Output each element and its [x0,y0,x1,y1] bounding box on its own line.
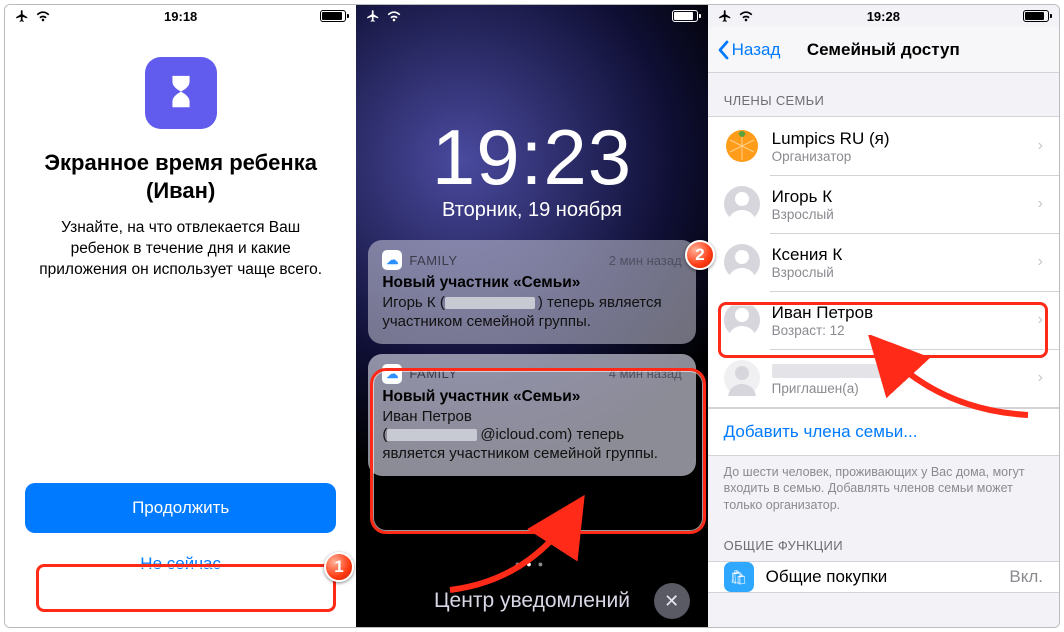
section-footer: До шести человек, проживающих у Вас дома… [708,456,1059,533]
member-row-organizer[interactable]: Lumpics RU (я) Организатор › [708,117,1059,175]
annotation-marker-2: 2 [685,240,715,270]
member-name [772,361,1026,381]
lock-clock: 19:23 [356,112,707,203]
notif-title: Новый участник «Семьи» [382,274,681,292]
annotation-ring-member [718,302,1048,358]
screen-time-setup-pane: 19:18 Экранное время ребенка(Иван) Узнай… [5,5,356,627]
nav-bar: Назад Семейный доступ [708,27,1059,73]
close-icon[interactable]: ✕ [654,583,690,619]
wifi-icon [35,10,51,22]
row-status: Вкл. [1009,567,1043,587]
setup-description: Узнайте, на что отвлекается Ваш ребенок … [35,218,326,281]
member-name: Lumpics RU (я) [772,129,1026,149]
member-role: Взрослый [772,265,1026,280]
annotation-ring-1 [36,564,336,612]
airplane-icon [15,9,29,23]
annotation-ring-notif [370,368,706,534]
nav-title: Семейный доступ [708,40,1059,60]
chevron-right-icon: › [1038,369,1043,387]
shared-purchases-row[interactable]: 🛍︎ Общие покупки Вкл. [708,562,1059,592]
member-row[interactable]: Ксения К Взрослый › [708,233,1059,291]
airplane-icon [718,9,732,23]
battery-icon [1023,10,1049,22]
members-list: Lumpics RU (я) Организатор › Игорь К Взр… [708,116,1059,408]
airplane-icon [366,9,380,23]
status-time: 19:28 [708,9,1059,24]
member-role: Организатор [772,149,1026,164]
avatar [724,360,760,396]
avatar [724,244,760,280]
family-app-icon: ☁︎ [382,250,402,270]
avatar [724,186,760,222]
continue-button[interactable]: Продолжить [25,483,336,533]
notif-app-name: FAMILY [409,253,457,268]
section-header-shared: ОБЩИЕ ФУНКЦИИ [708,532,1059,561]
status-bar: 19:28 [708,5,1059,27]
page-dots: ●●● [356,559,707,569]
shopping-icon: 🛍︎ [724,562,754,592]
row-label: Общие покупки [766,567,998,587]
avatar [724,128,760,164]
member-name: Игорь К [772,187,1026,207]
annotation-marker-1: 1 [324,552,354,582]
member-status: Приглашен(а) [772,381,1026,396]
battery-icon [320,10,346,22]
hourglass-icon [145,57,217,129]
chevron-right-icon: › [1038,195,1043,213]
chevron-right-icon: › [1038,137,1043,155]
section-header-members: ЧЛЕНЫ СЕМЬИ [708,73,1059,116]
redacted-icon [445,297,535,309]
chevron-right-icon: › [1038,253,1043,271]
notif-body: Игорь К () теперь является участником се… [382,294,681,332]
notification-card[interactable]: ☁︎ FAMILY 2 мин назад Новый участник «Се… [368,240,695,344]
status-bar: 19:18 [5,5,356,27]
wifi-icon [738,10,754,22]
status-bar [356,5,707,27]
notification-center-label: Центр уведомлений [434,589,630,613]
member-name: Ксения К [772,245,1026,265]
battery-icon [672,10,698,22]
add-member-button[interactable]: Добавить члена семьи... [708,409,1059,455]
notif-timestamp: 2 мин назад [609,253,682,268]
wifi-icon [386,10,402,22]
member-role: Взрослый [772,207,1026,222]
member-row[interactable]: Игорь К Взрослый › [708,175,1059,233]
lock-date: Вторник, 19 ноября [356,199,707,222]
status-time: 19:18 [5,9,356,24]
setup-title: Экранное время ребенка(Иван) [35,149,326,204]
